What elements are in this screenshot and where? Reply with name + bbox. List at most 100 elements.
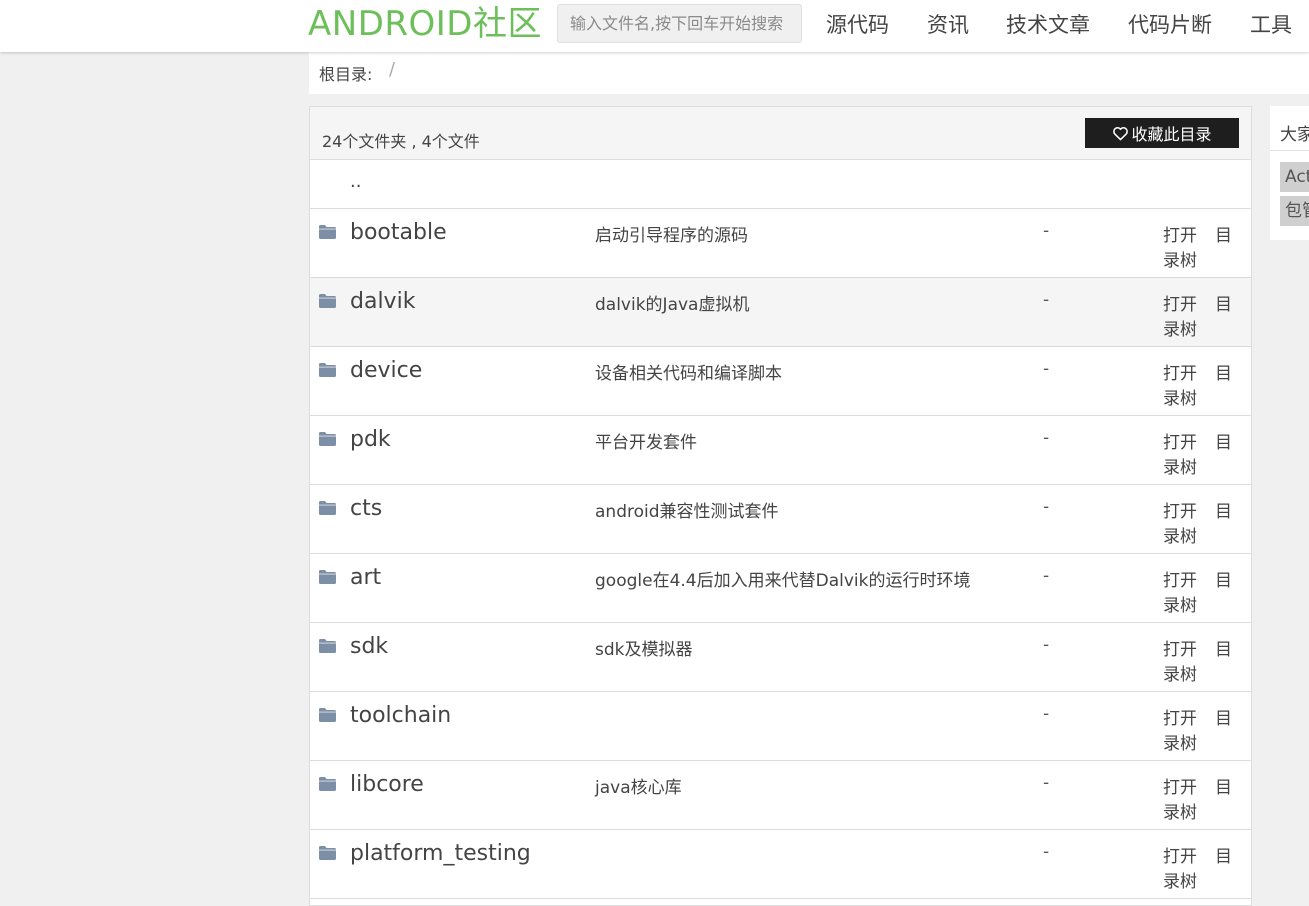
open-link[interactable]: 打开 [1163,635,1197,660]
table-row: libcore java核心库 - 打开目录树 [310,761,1251,830]
table-row: toolchain - 打开目录树 [310,692,1251,761]
folder-description: google在4.4后加入用来代替Dalvik的运行时环境 [595,571,971,591]
directory-tree-label: 目 [1215,571,1232,591]
directory-tree-label: 目 [1215,364,1232,384]
folder-name-link[interactable]: pdk [350,427,391,452]
folder-name-link[interactable]: art [350,565,381,590]
table-row: cts android兼容性测试套件 - 打开目录树 [310,485,1251,554]
folder-size: - [1043,428,1050,448]
nav-code-snippets[interactable]: 代码片断 [1128,9,1212,39]
search-input[interactable] [557,4,802,43]
parent-directory-row: .. [310,159,1251,209]
sidebar-tag[interactable]: Act [1280,162,1309,192]
folder-name-link[interactable]: bootable [350,220,447,245]
directory-tree-label: 录树 [1163,734,1197,754]
sidebar-divider [1270,150,1309,151]
file-list-panel: 24个文件夹 , 4个文件 收藏此目录 .. bootable 启动引导程序的源码… [309,106,1252,906]
folder-size: - [1043,497,1050,517]
directory-tree-label: 目 [1215,502,1232,522]
nav-source-code[interactable]: 源代码 [826,9,889,39]
folder-size: - [1043,566,1050,586]
folder-description: 平台开发套件 [595,433,697,453]
breadcrumb-root-link[interactable]: / [389,59,395,80]
folder-name-link[interactable]: sdk [350,634,388,659]
open-link[interactable]: 打开 [1163,359,1197,384]
folder-size: - [1043,842,1050,862]
folder-size: - [1043,290,1050,310]
directory-tree-label: 目 [1215,847,1232,867]
open-link[interactable]: 打开 [1163,704,1197,729]
folder-icon [319,225,336,239]
directory-tree-label: 录树 [1163,251,1197,271]
folder-description: 启动引导程序的源码 [595,226,748,246]
folder-name-link[interactable]: cts [350,496,382,521]
directory-tree-label: 录树 [1163,527,1197,547]
directory-tree-label: 目 [1215,778,1232,798]
table-row: bootable 启动引导程序的源码 - 打开目录树 [310,209,1251,278]
folder-icon [319,294,336,308]
folder-description: java核心库 [595,778,682,798]
open-link[interactable]: 打开 [1163,221,1197,246]
table-row: sdk sdk及模拟器 - 打开目录树 [310,623,1251,692]
breadcrumb: 根目录: / [309,52,1309,94]
folder-icon [319,639,336,653]
nav-tech-articles[interactable]: 技术文章 [1006,9,1090,39]
directory-tree-label: 录树 [1163,389,1197,409]
directory-tree-label: 目 [1215,295,1232,315]
folder-name-link[interactable]: libcore [350,772,424,797]
open-link[interactable]: 打开 [1163,566,1197,591]
folder-name-link[interactable]: toolchain [350,703,451,728]
directory-summary: 24个文件夹 , 4个文件 [322,132,480,151]
folder-name-link[interactable]: device [350,358,422,383]
table-row: platform_testing - 打开目录树 [310,830,1251,899]
top-navbar: ANDROID社区 源代码 资讯 技术文章 代码片断 工具 [0,0,1309,52]
open-link[interactable]: 打开 [1163,773,1197,798]
directory-tree-label: 录树 [1163,872,1197,892]
folder-icon [319,432,336,446]
folder-size: - [1043,359,1050,379]
folder-description: 设备相关代码和编译脚本 [595,364,782,384]
folder-size: - [1043,704,1050,724]
panel-header: 24个文件夹 , 4个文件 收藏此目录 [310,107,1251,160]
directory-tree-label: 录树 [1163,596,1197,616]
sidebar-title: 大家 [1280,125,1309,145]
directory-tree-label: 目 [1215,640,1232,660]
sidebar-widget: 大家 Act 包管 [1270,106,1309,240]
directory-tree-label: 目 [1215,709,1232,729]
nav-news[interactable]: 资讯 [927,9,969,39]
table-row: dalvik dalvik的Java虚拟机 - 打开目录树 [310,278,1251,347]
open-link[interactable]: 打开 [1163,842,1197,867]
folder-icon [319,570,336,584]
favorite-directory-button[interactable]: 收藏此目录 [1085,118,1239,148]
directory-tree-label: 录树 [1163,803,1197,823]
table-row: art google在4.4后加入用来代替Dalvik的运行时环境 - 打开目录树 [310,554,1251,623]
open-link[interactable]: 打开 [1163,290,1197,315]
directory-tree-label: 目 [1215,226,1232,246]
directory-tree-label: 目 [1215,433,1232,453]
folder-icon [319,363,336,377]
nav-tools[interactable]: 工具 [1250,9,1292,39]
folder-size: - [1043,635,1050,655]
folder-description: android兼容性测试套件 [595,502,779,522]
directory-tree-label: 录树 [1163,665,1197,685]
folder-name-link[interactable]: dalvik [350,289,415,314]
folder-icon [319,501,336,515]
directory-tree-label: 录树 [1163,458,1197,478]
open-link[interactable]: 打开 [1163,497,1197,522]
folder-icon [319,846,336,860]
heart-icon [1113,126,1129,140]
folder-size: - [1043,221,1050,241]
parent-directory-link[interactable]: .. [350,171,361,192]
breadcrumb-label: 根目录: [319,65,373,84]
site-logo[interactable]: ANDROID社区 [308,4,542,44]
table-row: pdk 平台开发套件 - 打开目录树 [310,416,1251,485]
directory-tree-label: 录树 [1163,320,1197,340]
folder-description: dalvik的Java虚拟机 [595,295,750,315]
sidebar-tag[interactable]: 包管 [1280,196,1309,226]
folder-name-link[interactable]: platform_testing [350,841,531,866]
favorite-directory-label: 收藏此目录 [1131,125,1212,144]
folder-icon [319,777,336,791]
folder-icon [319,708,336,722]
open-link[interactable]: 打开 [1163,428,1197,453]
folder-size: - [1043,773,1050,793]
